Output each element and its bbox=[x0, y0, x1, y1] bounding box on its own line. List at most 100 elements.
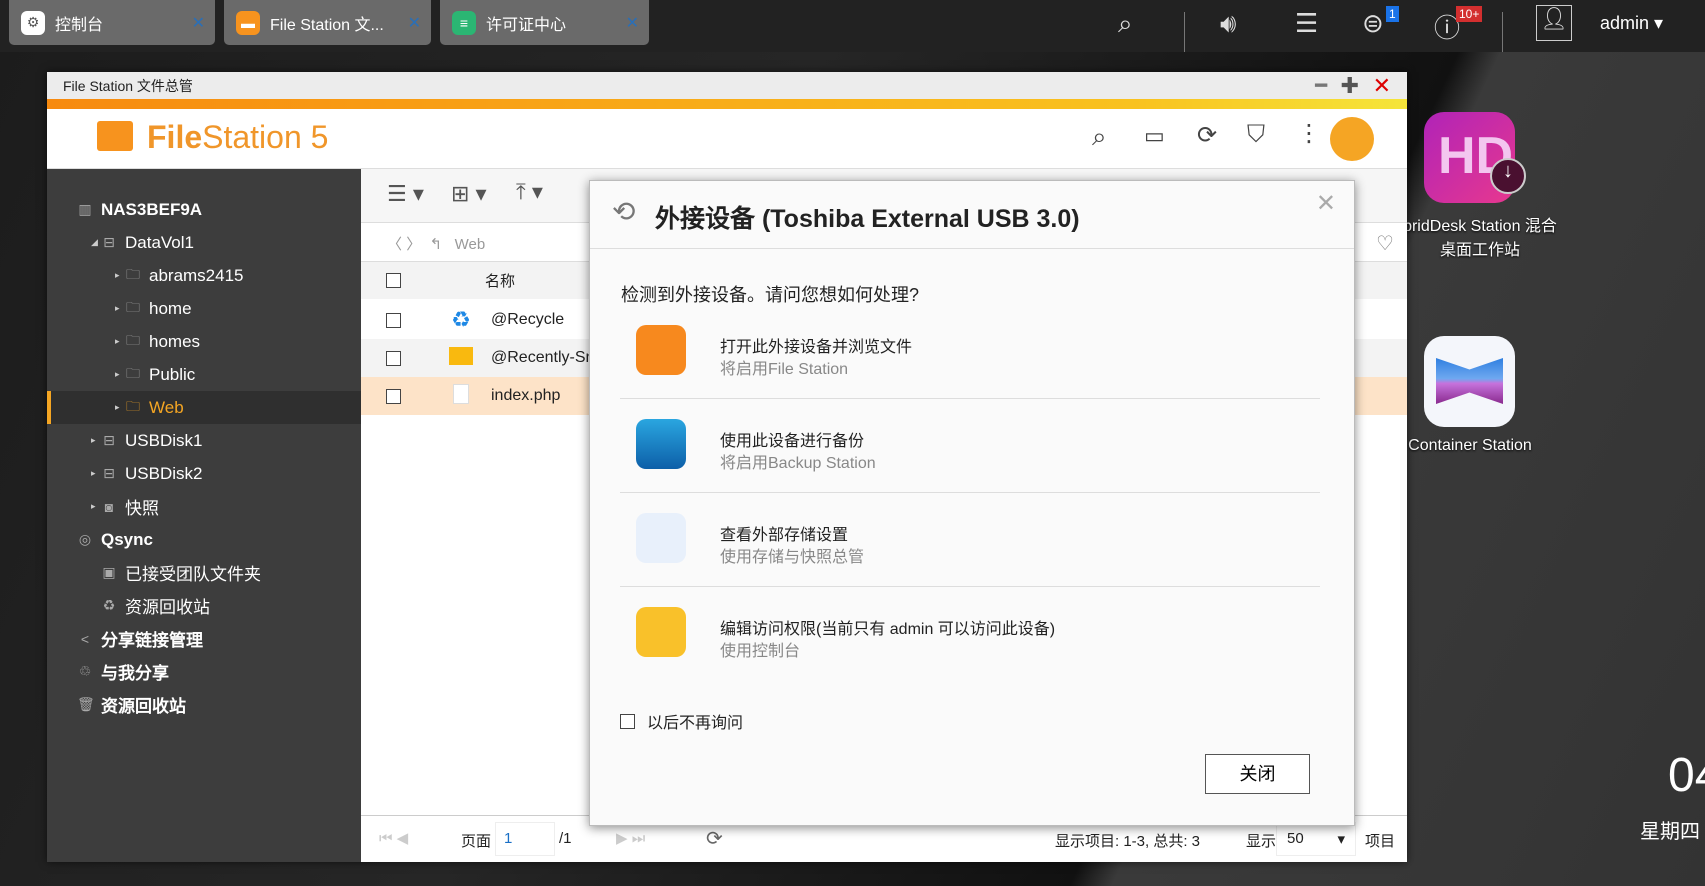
sidebar-item-Qsync[interactable]: ◎ Qsync bbox=[47, 523, 361, 556]
dont-ask-checkbox[interactable] bbox=[620, 713, 635, 729]
tab-license-center[interactable]: ≡ 许可证中心 ✕ bbox=[440, 0, 649, 45]
dont-ask-again[interactable]: 以后不再询问 bbox=[620, 709, 743, 733]
parent-folder-button[interactable]: ↰ bbox=[430, 236, 443, 253]
expand-arrow-icon[interactable]: ▸ bbox=[115, 336, 125, 347]
weekday: 星期四 bbox=[1640, 821, 1700, 843]
select-all-checkbox[interactable] bbox=[386, 273, 401, 288]
tasks-icon[interactable]: ☰ bbox=[1295, 8, 1318, 39]
expand-arrow-icon[interactable]: ◢ bbox=[91, 237, 101, 248]
back-button[interactable]: 〈 bbox=[387, 236, 402, 253]
tab-label: 控制台 bbox=[55, 16, 104, 34]
tab-file-station[interactable]: ▬ File Station 文... ✕ bbox=[224, 0, 431, 45]
dialog-question: 检测到外接设备。请问您想如何处理? bbox=[621, 285, 920, 305]
folder-icon: ▬ bbox=[236, 10, 260, 35]
folder-icon: 🗀︎ bbox=[126, 364, 140, 381]
close-icon[interactable]: ✕ bbox=[626, 13, 639, 33]
external-device-dialog: ⟲ 外接设备 (Toshiba External USB 3.0) ✕ 检测到外… bbox=[589, 180, 1355, 826]
sidebar-item-NAS3BEF9A[interactable]: ▥ NAS3BEF9A bbox=[47, 193, 361, 226]
refresh-icon[interactable]: ⟳ bbox=[1197, 121, 1217, 150]
dialog-close-icon[interactable]: ✕ bbox=[1316, 189, 1336, 218]
taskbar: ⚙ 控制台 ✕ ▬ File Station 文... ✕ ≡ 许可证中心 ✕ ⌕ 🔊︎ ☰… bbox=[0, 0, 1705, 52]
sidebar-item-homes[interactable]: ▸ 🗀︎ homes bbox=[47, 325, 361, 358]
sidebar-item-home[interactable]: ▸ 🗀︎ home bbox=[47, 292, 361, 325]
hybriddesk-label: bridDesk Station 混合 桌面工作站 bbox=[1403, 218, 1557, 259]
current-path: Web bbox=[454, 236, 486, 253]
sidebar-item-资源回收站[interactable]: 🗑︎ 资源回收站 bbox=[47, 688, 361, 721]
clock: 04 bbox=[1668, 749, 1705, 802]
path-bar: 〈 〉 ↰ Web bbox=[387, 233, 485, 254]
storage-snapshots-icon bbox=[636, 513, 686, 563]
expand-arrow-icon[interactable]: ▸ bbox=[115, 270, 125, 281]
row-checkbox[interactable] bbox=[386, 350, 401, 366]
expand-arrow-icon[interactable]: ▸ bbox=[115, 303, 125, 314]
page-input[interactable]: 1 bbox=[495, 822, 555, 856]
favorite-icon[interactable]: ♡ bbox=[1376, 231, 1394, 256]
usb-device-icon: ⟲ bbox=[612, 196, 636, 227]
sidebar-item-Web[interactable]: ▸ 🗀︎ Web bbox=[47, 391, 361, 424]
close-button[interactable]: 关闭 bbox=[1205, 754, 1310, 794]
upload-icon[interactable]: ⤒ ▾ bbox=[516, 179, 543, 205]
disk-icon: ⊟ bbox=[103, 465, 115, 481]
file-icon bbox=[431, 383, 491, 409]
search-icon[interactable]: ⌕ bbox=[1118, 8, 1133, 40]
info-badge: 10+ bbox=[1456, 6, 1483, 22]
next-last-buttons[interactable]: ▶ ⏭ bbox=[616, 829, 645, 847]
accent-stripe bbox=[47, 99, 1407, 109]
minimize-button[interactable]: ━ bbox=[1315, 73, 1327, 98]
close-button[interactable]: ✕ bbox=[1373, 73, 1391, 99]
folder-icon: 🗀︎ bbox=[126, 265, 140, 282]
notification-icon[interactable]: ⊜ bbox=[1362, 8, 1384, 39]
option-storage-settings[interactable]: 查看外部存储设置 使用存储与快照总管 bbox=[620, 493, 1320, 587]
column-name[interactable]: 名称 bbox=[485, 270, 515, 291]
option-backup[interactable]: 使用此设备进行备份 将启用Backup Station bbox=[620, 399, 1320, 493]
sidebar-item-abrams2415[interactable]: ▸ 🗀︎ abrams2415 bbox=[47, 259, 361, 292]
window-titlebar[interactable]: File Station 文件总管 ━ ✚ ✕ bbox=[47, 72, 1407, 99]
option-open-file-station[interactable]: 打开此外接设备并浏览文件 将启用File Station bbox=[620, 305, 1320, 399]
recycle-icon: ♻ bbox=[102, 597, 116, 613]
more-icon[interactable]: ⋮ bbox=[1297, 119, 1321, 148]
external-device-icon[interactable] bbox=[1330, 117, 1374, 161]
expand-arrow-icon[interactable]: ▸ bbox=[91, 468, 101, 479]
option-edit-permissions[interactable]: 编辑访问权限(当前只有 admin 可以访问此设备) 使用控制台 bbox=[620, 587, 1320, 681]
volume-icon[interactable]: 🔊︎ bbox=[1220, 8, 1236, 40]
sidebar-item-USBDisk1[interactable]: ▸ ⊟ USBDisk1 bbox=[47, 424, 361, 457]
maximize-button[interactable]: ✚ bbox=[1341, 73, 1359, 99]
container-station-app-icon[interactable] bbox=[1424, 336, 1515, 427]
filter-icon[interactable]: ⛉ bbox=[1247, 121, 1265, 149]
cast-icon[interactable]: ▭ bbox=[1144, 123, 1165, 149]
sidebar-item-已接受团队文件夹[interactable]: ▣ 已接受团队文件夹 bbox=[47, 556, 361, 589]
expand-arrow-icon[interactable]: ▸ bbox=[91, 435, 101, 446]
close-icon[interactable]: ✕ bbox=[408, 13, 421, 33]
refresh-icon[interactable]: ⟳ bbox=[706, 826, 723, 851]
view-mode-icon[interactable]: ☰ ▾ bbox=[387, 181, 424, 207]
per-page-select[interactable]: 50 ▾ bbox=[1276, 822, 1356, 856]
sidebar-item-Public[interactable]: ▸ 🗀︎ Public bbox=[47, 358, 361, 391]
close-icon[interactable]: ✕ bbox=[192, 13, 205, 33]
tab-control-panel[interactable]: ⚙ 控制台 ✕ bbox=[9, 0, 215, 45]
expand-arrow-icon[interactable]: ▸ bbox=[115, 369, 125, 380]
sidebar-item-与我分享[interactable]: ♲ 与我分享 bbox=[47, 655, 361, 688]
first-prev-buttons[interactable]: ⏮ ◀ bbox=[379, 829, 408, 847]
shared-with-me-icon: ♲ bbox=[78, 663, 92, 679]
file-station-logo-icon bbox=[97, 121, 133, 151]
expand-arrow-icon[interactable]: ▸ bbox=[115, 402, 125, 413]
sidebar-item-DataVol1[interactable]: ◢ ⊟ DataVol1 bbox=[47, 226, 361, 259]
new-folder-icon[interactable]: ⊞ ▾ bbox=[451, 181, 487, 207]
recycle-icon: ♻ bbox=[451, 307, 471, 332]
sidebar-item-USBDisk2[interactable]: ▸ ⊟ USBDisk2 bbox=[47, 457, 361, 490]
expand-arrow-icon[interactable]: ▸ bbox=[91, 501, 101, 512]
folder-icon: 🗀︎ bbox=[126, 298, 140, 315]
shared-folder-icon bbox=[636, 607, 686, 657]
user-menu[interactable]: admin ▾ bbox=[1600, 13, 1663, 34]
dialog-title: 外接设备 (Toshiba External USB 3.0) bbox=[655, 205, 1080, 233]
row-checkbox[interactable] bbox=[386, 388, 401, 404]
file-station-icon bbox=[636, 325, 686, 375]
row-checkbox[interactable] bbox=[386, 312, 401, 328]
sidebar-item-资源回收站[interactable]: ♻ 资源回收站 bbox=[47, 589, 361, 622]
user-icon[interactable]: 👤︎ bbox=[1536, 5, 1572, 41]
container-station-label: Container Station bbox=[1408, 437, 1532, 454]
sidebar-item-分享链接管理[interactable]: < 分享链接管理 bbox=[47, 622, 361, 655]
sidebar-item-快照[interactable]: ▸ ◙ 快照 bbox=[47, 490, 361, 523]
forward-button[interactable]: 〉 bbox=[406, 236, 421, 253]
search-icon[interactable]: ⌕ bbox=[1092, 121, 1107, 153]
